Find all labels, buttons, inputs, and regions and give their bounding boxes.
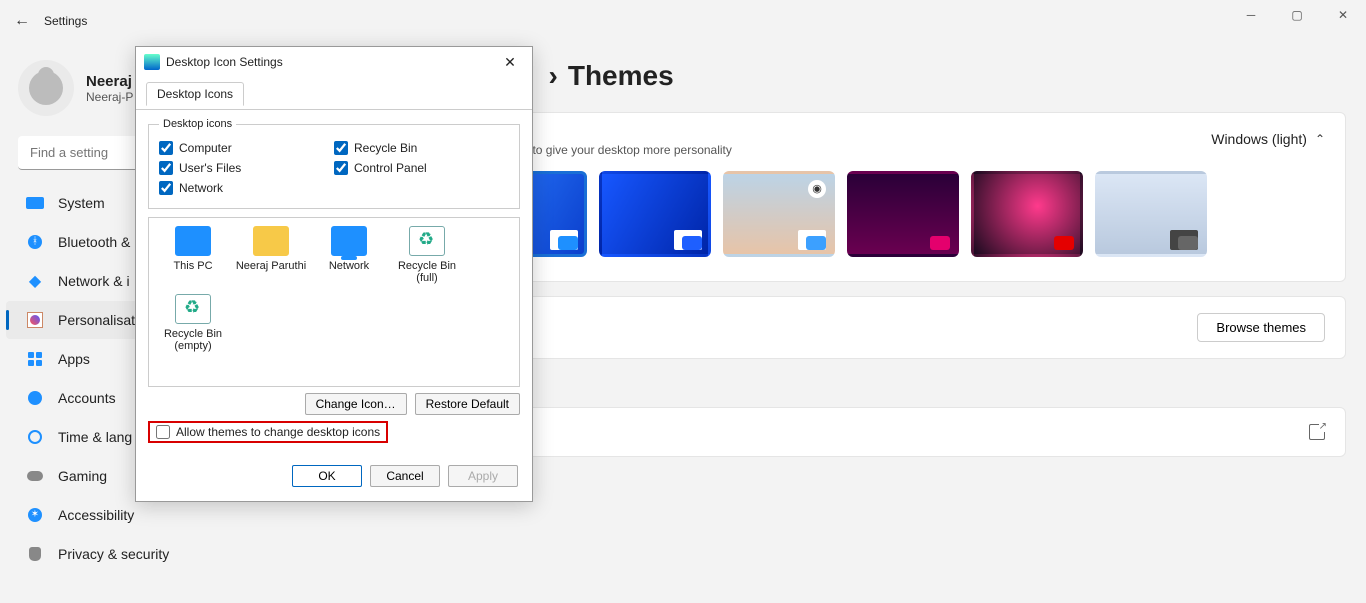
maximize-button[interactable]: ▢ <box>1274 0 1320 30</box>
chevron-right-icon: › <box>549 60 558 92</box>
dialog-app-icon <box>144 54 160 70</box>
checkbox-computer[interactable]: Computer <box>159 138 334 158</box>
apps-icon <box>28 352 42 366</box>
camera-icon: ◉ <box>808 180 826 198</box>
theme-thumb[interactable] <box>847 171 959 257</box>
dialog-footer: OK Cancel Apply <box>136 455 532 501</box>
user-email: Neeraj-P <box>86 90 133 104</box>
shield-icon <box>29 547 41 561</box>
change-icon-button[interactable]: Change Icon… <box>305 393 407 415</box>
tab-desktop-icons[interactable]: Desktop Icons <box>146 82 244 106</box>
theme-thumb[interactable] <box>1095 171 1207 257</box>
icon-recycle-full[interactable]: Recycle Bin (full) <box>391 226 463 284</box>
dialog-body: Desktop icons Computer Recycle Bin User'… <box>136 110 532 455</box>
sidebar-item-label: Accounts <box>58 390 116 406</box>
allow-themes-label: Allow themes to change desktop icons <box>176 425 380 439</box>
desktop-icons-group: Desktop icons Computer Recycle Bin User'… <box>148 118 520 209</box>
restore-default-button[interactable]: Restore Default <box>415 393 520 415</box>
theme-thumb[interactable] <box>971 171 1083 257</box>
sidebar-item-label: System <box>58 195 105 211</box>
clock-icon <box>28 430 42 444</box>
titlebar: ← Settings <box>0 0 1366 42</box>
allow-themes-checkbox[interactable] <box>156 425 170 439</box>
desktop-icon-settings-dialog: Desktop Icon Settings ✕ Desktop Icons De… <box>135 46 533 502</box>
minimize-button[interactable]: ─ <box>1228 0 1274 30</box>
close-button[interactable]: ✕ <box>1320 0 1366 30</box>
dialog-titlebar: Desktop Icon Settings ✕ <box>136 47 532 77</box>
cancel-button[interactable]: Cancel <box>370 465 440 487</box>
theme-thumb[interactable]: ◉ <box>723 171 835 257</box>
checkbox-recyclebin[interactable]: Recycle Bin <box>334 138 509 158</box>
checkbox-controlpanel[interactable]: Control Panel <box>334 158 509 178</box>
sidebar-item-label: Personalisat <box>58 312 135 328</box>
ok-button[interactable]: OK <box>292 465 362 487</box>
allow-themes-highlight: Allow themes to change desktop icons <box>148 421 388 443</box>
back-button[interactable]: ← <box>0 12 44 30</box>
sidebar-item-label: Gaming <box>58 468 107 484</box>
icon-recycle-empty[interactable]: Recycle Bin (empty) <box>157 294 229 352</box>
bluetooth-icon: ᚼ <box>28 235 42 249</box>
sidebar-item-label: Bluetooth & <box>58 234 130 250</box>
icon-list: This PC Neeraj Paruthi Network Recycle B… <box>148 217 520 387</box>
checkbox-network[interactable]: Network <box>159 178 334 198</box>
dialog-title: Desktop Icon Settings <box>166 55 283 69</box>
theme-thumb[interactable] <box>599 171 711 257</box>
avatar <box>18 60 74 116</box>
icon-user-folder[interactable]: Neeraj Paruthi <box>235 226 307 284</box>
page-title: Themes <box>568 60 674 92</box>
person-icon <box>28 391 42 405</box>
open-external-icon <box>1309 424 1325 440</box>
browse-themes-button[interactable]: Browse themes <box>1197 313 1325 342</box>
sidebar-item-label: Apps <box>58 351 90 367</box>
sidebar-item-label: Privacy & security <box>58 546 169 562</box>
dialog-close-button[interactable]: ✕ <box>496 54 524 71</box>
sidebar-item-label: Accessibility <box>58 507 134 523</box>
chevron-up-icon[interactable]: ⌃ <box>1315 132 1325 146</box>
sidebar-item-privacy[interactable]: Privacy & security <box>6 535 304 573</box>
checkbox-userfiles[interactable]: User's Files <box>159 158 334 178</box>
window-controls: ─ ▢ ✕ <box>1228 0 1366 30</box>
dialog-tabstrip: Desktop Icons <box>136 77 532 110</box>
group-legend: Desktop icons <box>159 118 236 130</box>
wifi-icon: ◆ <box>26 272 44 290</box>
sidebar-item-label: Time & lang <box>58 429 132 445</box>
window-title: Settings <box>44 14 87 28</box>
current-theme-label: Windows (light) <box>1211 131 1307 147</box>
apply-button[interactable]: Apply <box>448 465 518 487</box>
paintbrush-icon <box>27 312 43 328</box>
monitor-icon <box>26 197 44 209</box>
accessibility-icon: ✶ <box>28 508 42 522</box>
icon-network[interactable]: Network <box>313 226 385 284</box>
sidebar-item-label: Network & i <box>58 273 130 289</box>
icon-this-pc[interactable]: This PC <box>157 226 229 284</box>
gamepad-icon <box>27 471 43 481</box>
user-name: Neeraj <box>86 73 133 90</box>
